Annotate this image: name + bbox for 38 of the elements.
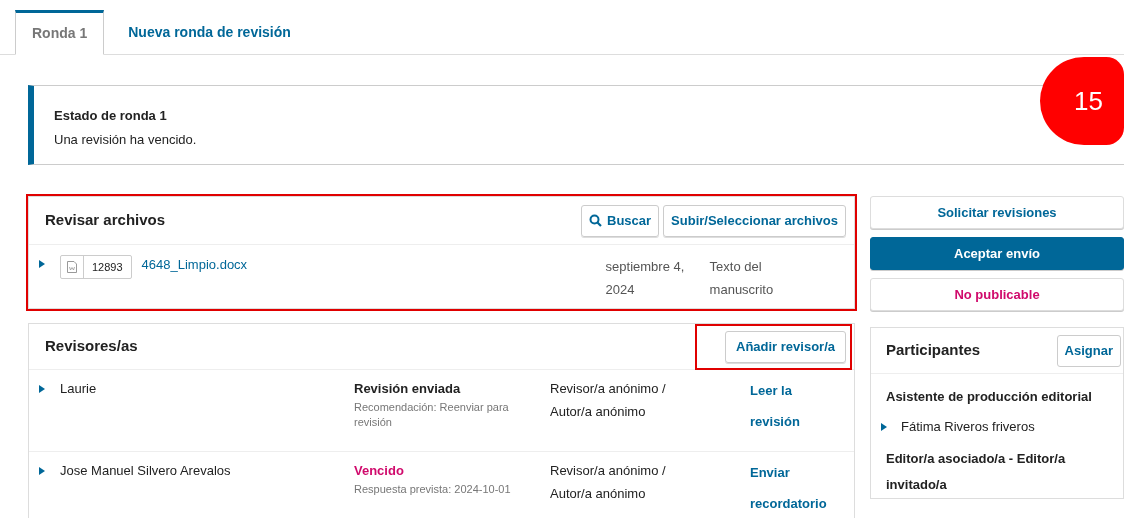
tab[interactable]: Nueva ronda de revisión: [104, 10, 315, 55]
participant-name: Fátima Riveros friveros: [901, 418, 1035, 436]
reviewer-name: Jose Manuel Silvero Arevalos: [60, 462, 232, 480]
expand-caret-icon[interactable]: [39, 260, 45, 268]
participant-role: Editor/a asociado/a - Editor/a invitado/a: [886, 450, 1067, 494]
file-id: 12893: [83, 256, 131, 278]
decision-button[interactable]: Aceptar envío: [870, 237, 1124, 270]
number-badge: 15: [1040, 57, 1124, 145]
notice-title: Estado de ronda 1: [54, 107, 167, 125]
add-reviewer-button[interactable]: Añadir revisor/a: [725, 330, 846, 363]
review-detail: Recomendación: Reenviar para revisión: [354, 400, 510, 430]
review-status: Revisión enviada: [354, 380, 462, 398]
search-icon: [589, 214, 602, 227]
notice-text: Una revisión ha vencido.: [54, 130, 197, 149]
participant-role: Asistente de producción editorial: [886, 388, 1093, 406]
expand-caret-icon[interactable]: [39, 467, 45, 475]
document-icon: [67, 261, 77, 273]
decision-button[interactable]: Solicitar revisiones: [870, 196, 1124, 229]
review-action-link[interactable]: Enviar recordatorio: [750, 457, 840, 518]
expand-caret-icon[interactable]: [881, 423, 887, 431]
file-link[interactable]: 4648_Limpio.docx: [141, 255, 582, 275]
review-method: Revisor/a anónimo / Autor/a anónimo: [550, 380, 667, 421]
reviewer-name: Laurie: [60, 380, 98, 398]
panel-title: Revisar archivos: [45, 210, 166, 231]
upload-button[interactable]: Subir/Seleccionar archivos: [663, 204, 846, 237]
search-button[interactable]: Buscar: [581, 204, 660, 237]
review-action-link[interactable]: Leer la revisión: [750, 375, 840, 437]
decision-button[interactable]: No publicable: [870, 278, 1124, 311]
review-detail: Respuesta prevista: 2024-10-01: [354, 482, 512, 497]
tab[interactable]: Ronda 1: [15, 10, 105, 55]
review-status: Vencido: [354, 462, 405, 480]
panel-title: Revisores/as: [45, 336, 138, 357]
expand-caret-icon[interactable]: [39, 385, 45, 393]
review-method: Revisor/a anónimo / Autor/a anónimo: [550, 462, 667, 503]
file-type: Texto del manuscrito: [709, 258, 775, 299]
assign-button[interactable]: Asignar: [1056, 334, 1121, 367]
panel-title: Participantes: [886, 340, 981, 361]
file-date: septiembre 4, 2024: [605, 258, 686, 299]
